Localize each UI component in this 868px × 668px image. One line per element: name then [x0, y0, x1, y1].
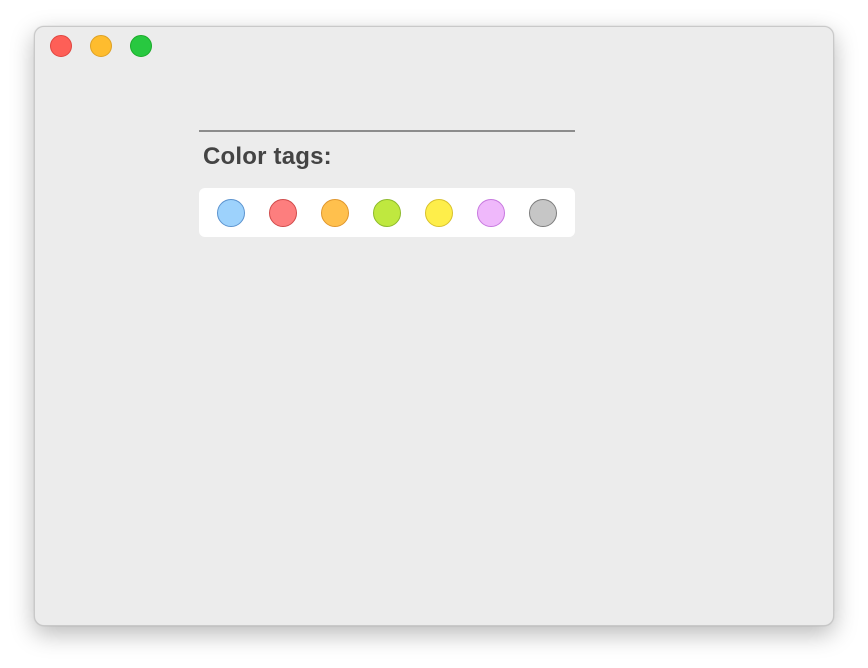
- zoom-window-button[interactable]: [130, 35, 152, 57]
- minimize-window-button[interactable]: [90, 35, 112, 57]
- app-window: Color tags:: [34, 26, 834, 626]
- color-tags-heading: Color tags:: [203, 143, 332, 170]
- window-controls: [50, 35, 152, 57]
- color-tag-red[interactable]: [269, 198, 297, 227]
- section-divider: [199, 130, 575, 132]
- color-tag-orange[interactable]: [321, 198, 349, 227]
- color-tag-blue[interactable]: [217, 198, 245, 227]
- close-window-button[interactable]: [50, 35, 72, 57]
- color-tag-yellow[interactable]: [425, 198, 453, 227]
- color-tag-green[interactable]: [373, 198, 401, 227]
- color-tags-panel: [199, 188, 575, 237]
- color-tag-purple[interactable]: [477, 198, 505, 227]
- color-tag-gray[interactable]: [529, 198, 557, 227]
